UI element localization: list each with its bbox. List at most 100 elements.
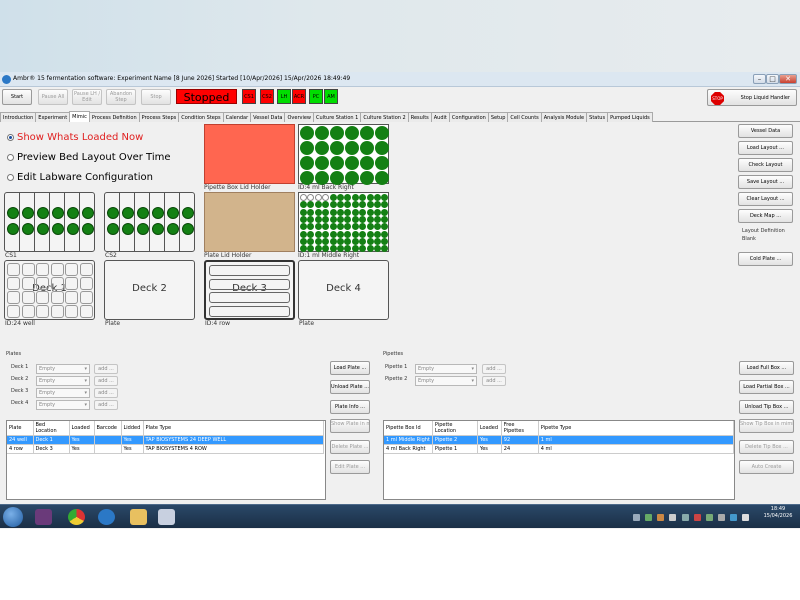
minimize-button[interactable]: – [753, 74, 766, 84]
culture-vessel[interactable] [107, 207, 119, 219]
culture-vessel[interactable] [137, 223, 149, 235]
column-header[interactable]: Lidded [121, 421, 144, 436]
column-header[interactable]: Pipette Box Id [384, 421, 433, 436]
culture-vessel[interactable] [122, 207, 134, 219]
tray-icon[interactable] [669, 514, 676, 521]
radio-show-whats-loaded[interactable]: Show Whats Loaded Now [7, 132, 143, 143]
tab-overview[interactable]: Overview [284, 112, 315, 122]
tab-condition-steps[interactable]: Condition Steps [178, 112, 224, 122]
tray-icon[interactable] [645, 514, 652, 521]
culture-vessel[interactable] [67, 223, 79, 235]
column-header[interactable]: Plate [7, 421, 34, 436]
table-row[interactable]: 4 row Deck 3 Yes Yes TAP BIOSYSTEMS 4 ROW [7, 444, 324, 454]
tab-process-steps[interactable]: Process Steps [138, 112, 180, 122]
table-row[interactable]: 24 well Deck 1 Yes Yes TAP BIOSYSTEMS 24 DEE… [7, 435, 324, 445]
edit-plate-button[interactable]: Edit Plate ... [330, 460, 370, 474]
pause-lh-edit-button[interactable]: Pause LH / Edit [72, 89, 102, 105]
pause-all-button[interactable]: Pause All [38, 89, 68, 105]
column-header[interactable]: Loaded [69, 421, 95, 436]
culture-vessel[interactable] [122, 223, 134, 235]
clock[interactable]: 18:49 15/04/2026 [758, 506, 798, 520]
plate-lid-holder[interactable] [204, 192, 295, 252]
column-header[interactable]: Pipette Location [432, 421, 478, 436]
culture-vessel[interactable] [167, 207, 179, 219]
paint-icon[interactable] [158, 509, 175, 525]
delete-plate-button[interactable]: Delete Plate ... [330, 440, 370, 454]
radio-edit-labware[interactable]: Edit Labware Configuration [7, 172, 153, 183]
culture-vessel[interactable] [52, 207, 64, 219]
culture-vessel[interactable] [52, 223, 64, 235]
culture-vessel[interactable] [22, 207, 34, 219]
tray-icon[interactable] [706, 514, 713, 521]
tab-vessel-data[interactable]: Vessel Data [250, 112, 286, 122]
culture-vessel[interactable] [82, 223, 94, 235]
unload-plate-button[interactable]: Unload Plate ... [330, 380, 370, 394]
deck-1[interactable]: Deck 1 [4, 260, 95, 320]
column-header[interactable]: Free Pipettes [501, 421, 539, 436]
tab-cell-counts[interactable]: Cell Counts [507, 112, 542, 122]
tab-process-definition[interactable]: Process Definition [88, 112, 140, 122]
tab-calendar[interactable]: Calendar [222, 112, 252, 122]
unload-tip-box-button[interactable]: Unload Tip Box ... [739, 400, 794, 414]
folder-icon[interactable] [130, 509, 147, 525]
tray-icon[interactable] [633, 514, 640, 521]
tab-introduction[interactable]: Introduction [0, 112, 37, 122]
cold-plate-button[interactable]: Cold Plate ... [738, 252, 793, 266]
tray-icon[interactable] [694, 514, 701, 521]
save-layout-button[interactable]: Save Layout ... [738, 175, 793, 189]
pipette-1-select[interactable]: Empty [415, 364, 477, 374]
volume-icon[interactable] [742, 514, 749, 521]
culture-station-1[interactable] [4, 192, 95, 252]
stop-liquid-handler-button[interactable]: STOP Stop Liquid Handler [707, 89, 797, 106]
culture-vessel[interactable] [137, 207, 149, 219]
stop-button[interactable]: Stop [141, 89, 171, 105]
deck-map-button[interactable]: Deck Map ... [738, 209, 793, 223]
culture-vessel[interactable] [7, 223, 19, 235]
culture-vessel[interactable] [182, 223, 194, 235]
column-header[interactable]: Barcode [94, 421, 122, 436]
tab-status[interactable]: Status [586, 112, 609, 122]
culture-vessel[interactable] [82, 207, 94, 219]
tab-analysis-module[interactable]: Analysis Module [540, 112, 588, 122]
table-row[interactable]: 1 ml Middle Right Pipette 2 Yes 92 1 ml [384, 435, 735, 445]
radio-preview-bed-layout[interactable]: Preview Bed Layout Over Time [7, 152, 171, 163]
abandon-step-button[interactable]: Abandon Step [106, 89, 136, 105]
check-layout-button[interactable]: Check Layout [738, 158, 793, 172]
deck-4[interactable]: Deck 4 [298, 260, 389, 320]
plate-info-button[interactable]: Plate Info ... [330, 400, 370, 414]
show-plate-in-mimic-button[interactable]: Show Plate in mimic [330, 419, 370, 433]
load-partial-box-button[interactable]: Load Partial Box ... [739, 380, 794, 394]
tab-mimic[interactable]: Mimic [69, 111, 90, 122]
column-header[interactable]: Loaded [477, 421, 502, 436]
tab-culture-station-1[interactable]: Culture Station 1 [313, 112, 362, 122]
plate-deck-2-select[interactable]: Empty [36, 376, 90, 386]
vessel-data-button[interactable]: Vessel Data [738, 124, 793, 138]
pipette-2-select[interactable]: Empty [415, 376, 477, 386]
tab-results[interactable]: Results [407, 112, 432, 122]
plate-deck-3-add-button[interactable]: add ... [94, 388, 118, 398]
culture-vessel[interactable] [182, 207, 194, 219]
culture-vessel[interactable] [152, 207, 164, 219]
tray-icon[interactable] [682, 514, 689, 521]
culture-vessel[interactable] [107, 223, 119, 235]
culture-vessel[interactable] [167, 223, 179, 235]
show-tip-box-in-mimic-button[interactable]: Show Tip Box in mimic [739, 419, 794, 433]
tab-audit[interactable]: Audit [430, 112, 450, 122]
app-taskbar-icon[interactable] [35, 509, 52, 525]
tip-box-4ml-back-right[interactable] [298, 124, 389, 185]
start-button[interactable]: Start [2, 89, 32, 105]
network-icon[interactable] [730, 514, 737, 521]
culture-vessel[interactable] [152, 223, 164, 235]
load-full-box-button[interactable]: Load Full Box ... [739, 361, 794, 375]
plate-deck-4-select[interactable]: Empty [36, 400, 90, 410]
column-header[interactable]: Plate Type [143, 421, 324, 436]
auto-create-button[interactable]: Auto Create [739, 460, 794, 474]
deck-2[interactable]: Deck 2 [104, 260, 195, 320]
load-layout-button[interactable]: Load Layout ... [738, 141, 793, 155]
clear-layout-button[interactable]: Clear Layout ... [738, 192, 793, 206]
plate-deck-3-select[interactable]: Empty [36, 388, 90, 398]
plate-deck-1-add-button[interactable]: add ... [94, 364, 118, 374]
column-header[interactable]: Bed Location [33, 421, 70, 436]
culture-vessel[interactable] [67, 207, 79, 219]
column-header[interactable]: Pipette Type [538, 421, 735, 436]
